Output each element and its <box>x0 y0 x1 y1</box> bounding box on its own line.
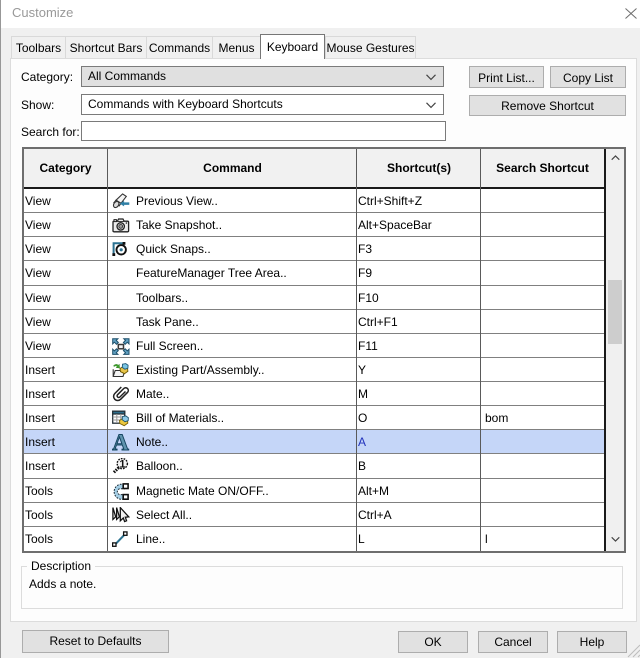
svg-text:A: A <box>112 434 129 451</box>
svg-text:1: 1 <box>119 459 125 471</box>
